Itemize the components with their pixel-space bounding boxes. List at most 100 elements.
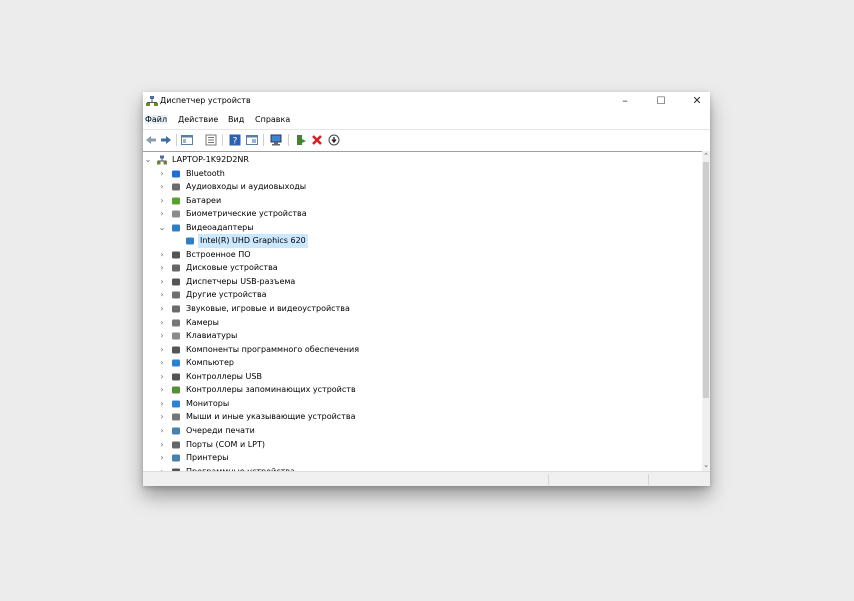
tree-item[interactable]: › Принтеры bbox=[143, 451, 702, 465]
tree-item[interactable]: › Диспетчеры USB-разъема bbox=[143, 275, 702, 289]
expand-chevron-icon[interactable]: › bbox=[158, 207, 166, 221]
firmware-icon bbox=[172, 251, 180, 259]
status-divider bbox=[648, 474, 649, 485]
bluetooth-icon bbox=[172, 170, 180, 177]
scroll-down-icon[interactable]: ⌄ bbox=[702, 461, 710, 469]
tree-item[interactable]: › Батареи bbox=[143, 194, 702, 208]
tree-item[interactable]: › Компьютер bbox=[143, 356, 702, 370]
minimize-button[interactable]: – bbox=[608, 92, 642, 110]
menu-file[interactable]: Файл bbox=[145, 115, 168, 124]
device-category-label: Очереди печати bbox=[186, 425, 255, 435]
device-category-label: Мыши и иные указывающие устройства bbox=[186, 412, 356, 422]
tree-root[interactable]: ⌄ LAPTOP-1K92D2NR bbox=[143, 153, 702, 167]
title-bar[interactable]: Диспетчер устройств – ☐ ✕ bbox=[143, 92, 710, 112]
expand-chevron-icon[interactable]: › bbox=[158, 316, 166, 330]
maximize-button[interactable]: ☐ bbox=[644, 92, 678, 110]
help-icon[interactable]: ? bbox=[229, 134, 241, 146]
device-category-label: Батареи bbox=[186, 195, 222, 205]
menu-bar: Файл Действие Вид Справка bbox=[143, 113, 710, 128]
tree-item[interactable]: › Мониторы bbox=[143, 397, 702, 411]
device-category-label: Мониторы bbox=[186, 398, 230, 408]
expand-chevron-icon[interactable]: › bbox=[158, 329, 166, 343]
tree-item[interactable]: › Контроллеры запоминающих устройств bbox=[143, 383, 702, 397]
expand-chevron-icon[interactable]: › bbox=[158, 397, 166, 411]
properties-sheet-icon[interactable] bbox=[246, 134, 258, 146]
device-category-label: Принтеры bbox=[186, 453, 229, 463]
computer-name: LAPTOP-1K92D2NR bbox=[172, 155, 249, 164]
expand-chevron-icon[interactable]: › bbox=[158, 194, 166, 208]
collapse-chevron-icon[interactable]: ⌄ bbox=[158, 221, 166, 235]
expand-chevron-icon[interactable]: › bbox=[158, 288, 166, 302]
device-category-label: Встроенное ПО bbox=[186, 249, 251, 259]
show-hide-console-tree-icon[interactable] bbox=[181, 134, 193, 146]
battery-icon bbox=[172, 197, 180, 205]
tree-item[interactable]: › Другие устройства bbox=[143, 288, 702, 302]
expand-chevron-icon[interactable]: › bbox=[158, 167, 166, 181]
expand-chevron-icon[interactable]: › bbox=[158, 261, 166, 275]
collapse-chevron-icon[interactable]: ⌄ bbox=[144, 153, 152, 167]
menu-help[interactable]: Справка bbox=[255, 115, 290, 124]
camera-icon bbox=[172, 319, 180, 327]
uninstall-device-icon[interactable] bbox=[311, 134, 323, 146]
device-manager-window: Диспетчер устройств – ☐ ✕ Файл Действие … bbox=[143, 92, 710, 486]
expand-chevron-icon[interactable]: › bbox=[158, 424, 166, 438]
expand-chevron-icon[interactable]: › bbox=[158, 180, 166, 194]
biometric-icon bbox=[172, 210, 180, 218]
device-category-label: Дисковые устройства bbox=[186, 263, 278, 273]
forward-icon[interactable] bbox=[160, 134, 172, 146]
device-category-label: Компоненты программного обеспечения bbox=[186, 344, 360, 354]
expand-chevron-icon[interactable]: › bbox=[158, 410, 166, 424]
expand-chevron-icon[interactable]: › bbox=[158, 343, 166, 357]
tree-item[interactable]: › Звуковые, игровые и видеоустройства bbox=[143, 302, 702, 316]
scroll-thumb[interactable] bbox=[703, 162, 709, 398]
keyboard-icon bbox=[172, 332, 180, 340]
toolbar: ? bbox=[143, 129, 710, 150]
tree-item[interactable]: › Встроенное ПО bbox=[143, 248, 702, 262]
tree-item[interactable]: › Биометрические устройства bbox=[143, 207, 702, 221]
expand-chevron-icon[interactable]: › bbox=[158, 383, 166, 397]
device-category-label: Камеры bbox=[186, 317, 219, 327]
expand-chevron-icon[interactable]: › bbox=[158, 302, 166, 316]
device-category-label: Биометрические устройства bbox=[186, 209, 307, 219]
scroll-up-icon[interactable]: ⌃ bbox=[702, 152, 710, 160]
close-button[interactable]: ✕ bbox=[680, 92, 710, 110]
expand-chevron-icon[interactable]: › bbox=[158, 275, 166, 289]
expand-chevron-icon[interactable]: › bbox=[158, 248, 166, 262]
device-category-label: Другие устройства bbox=[186, 290, 267, 300]
display-adapter-icon bbox=[186, 237, 194, 245]
tree-item[interactable]: › Порты (COM и LPT) bbox=[143, 438, 702, 452]
update-driver-icon[interactable] bbox=[328, 134, 340, 146]
properties-icon[interactable] bbox=[205, 134, 217, 146]
tree-item[interactable]: › Аудиовходы и аудиовыходы bbox=[143, 180, 702, 194]
usb-connector-icon bbox=[172, 278, 180, 286]
tree-item[interactable]: › Контроллеры USB bbox=[143, 370, 702, 384]
add-driver-icon[interactable] bbox=[295, 134, 307, 146]
tree-item[interactable]: › Камеры bbox=[143, 316, 702, 330]
toolbar-separator bbox=[222, 134, 223, 146]
tree-item[interactable]: › Bluetooth bbox=[143, 167, 702, 181]
tree-item[interactable]: › Компоненты программного обеспечения bbox=[143, 343, 702, 357]
display-adapter-icon bbox=[172, 224, 180, 232]
expand-chevron-icon[interactable]: › bbox=[158, 370, 166, 384]
menu-view[interactable]: Вид bbox=[228, 115, 244, 124]
tree-item[interactable]: Intel(R) UHD Graphics 620 bbox=[143, 234, 702, 248]
selected-device-label: Intel(R) UHD Graphics 620 bbox=[198, 234, 308, 248]
tree-item[interactable]: › Очереди печати bbox=[143, 424, 702, 438]
back-icon[interactable] bbox=[145, 134, 157, 146]
device-category-label: Порты (COM и LPT) bbox=[186, 439, 265, 449]
expand-chevron-icon[interactable]: › bbox=[158, 451, 166, 465]
tree-item[interactable]: › Клавиатуры bbox=[143, 329, 702, 343]
menu-action[interactable]: Действие bbox=[178, 115, 218, 124]
scan-hardware-icon[interactable] bbox=[270, 134, 282, 146]
toolbar-separator bbox=[176, 134, 177, 146]
mouse-icon bbox=[172, 413, 180, 421]
vertical-scrollbar[interactable]: ⌃ ⌄ bbox=[702, 151, 710, 471]
computer-icon bbox=[172, 359, 180, 367]
device-category-label: Bluetooth bbox=[186, 168, 225, 178]
tree-item[interactable]: › Мыши и иные указывающие устройства bbox=[143, 410, 702, 424]
device-category-label: Компьютер bbox=[186, 358, 234, 368]
expand-chevron-icon[interactable]: › bbox=[158, 356, 166, 370]
expand-chevron-icon[interactable]: › bbox=[158, 438, 166, 452]
tree-item[interactable]: › Дисковые устройства bbox=[143, 261, 702, 275]
tree-item[interactable]: ⌄ Видеоадаптеры bbox=[143, 221, 702, 235]
